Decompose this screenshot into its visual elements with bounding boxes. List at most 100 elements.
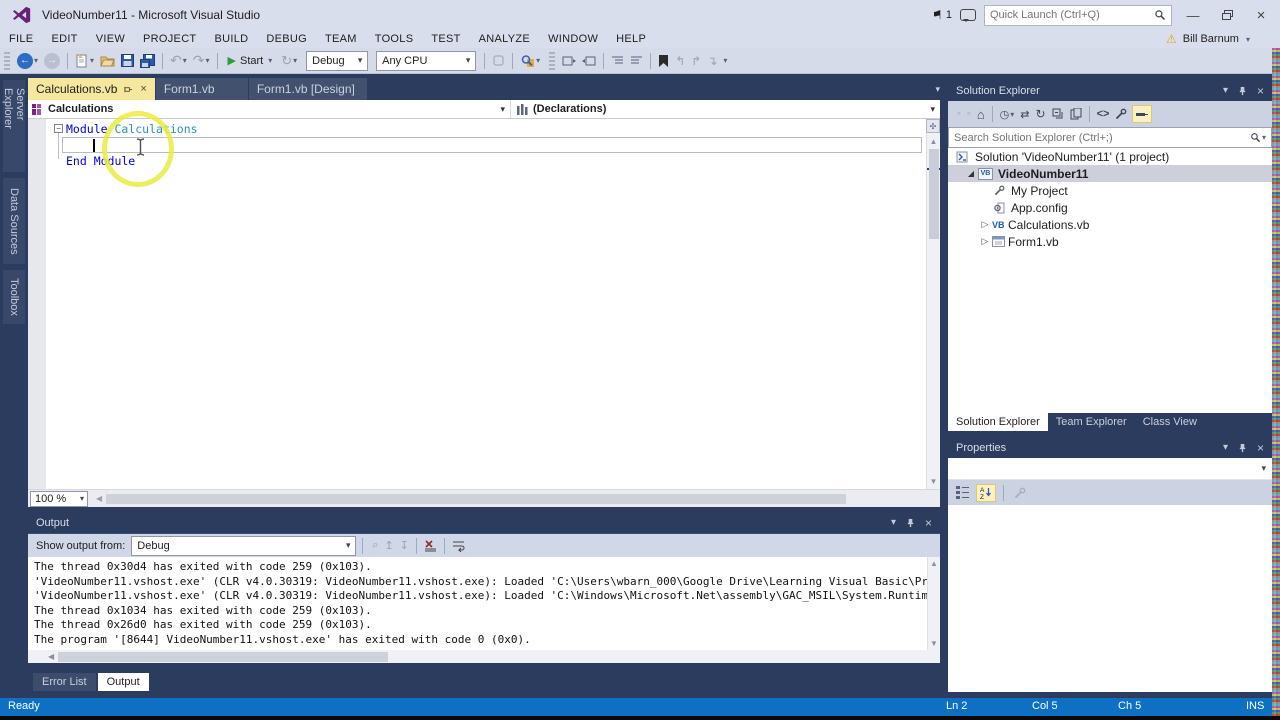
collapse-region-icon[interactable]: − (54, 124, 63, 133)
tab-form1-vb-design[interactable]: Form1.vb [Design] (248, 78, 367, 100)
solution-explorer-title-bar[interactable]: Solution Explorer ▾ × (948, 80, 1272, 101)
sync-with-active-document-icon[interactable]: ⇄ (1017, 103, 1032, 125)
undo-button[interactable]: ↶ ▾ (167, 50, 190, 72)
user-account-button[interactable]: Bill Barnum (1183, 33, 1239, 45)
scroll-up-icon[interactable]: ▲ (927, 137, 940, 146)
close-icon[interactable]: × (925, 516, 932, 530)
user-dropdown-icon[interactable]: ▾ (1246, 35, 1250, 44)
close-icon[interactable]: × (140, 83, 146, 95)
close-icon[interactable]: × (1257, 441, 1264, 455)
tab-server-explorer[interactable]: Server Explorer (2, 80, 26, 172)
member-dropdown[interactable]: (Declarations) ▾ (511, 100, 940, 118)
open-file-button[interactable] (97, 50, 118, 72)
window-position-icon[interactable]: ▾ (1223, 442, 1228, 453)
comment-lines-icon[interactable] (608, 50, 627, 72)
attach-process-icon[interactable] (489, 50, 508, 72)
editor-hscroll-thumb[interactable] (106, 493, 847, 504)
tab-class-view[interactable]: Class View (1135, 412, 1205, 431)
output-horizontal-scrollbar[interactable]: ◀ (28, 650, 940, 663)
indent-icon[interactable] (559, 50, 579, 72)
word-wrap-icon[interactable] (449, 535, 469, 557)
bookmark-icon[interactable] (655, 50, 672, 72)
tree-row-app-config[interactable]: App.config (948, 199, 1272, 216)
tab-solution-explorer[interactable]: Solution Explorer (948, 412, 1048, 431)
tab-data-sources[interactable]: Data Sources (3, 178, 25, 264)
scroll-up-icon[interactable]: ▲ (928, 559, 940, 568)
pin-icon[interactable] (906, 518, 915, 528)
tree-row-calculations-vb[interactable]: ▷ VB Calculations.vb (948, 216, 1272, 233)
menu-build[interactable]: BUILD (205, 30, 257, 48)
properties-object-combo[interactable]: ▾ (948, 458, 1272, 480)
clear-bookmarks-icon[interactable]: ↴ (704, 50, 720, 72)
splitter-handle[interactable]: ✣ (926, 119, 940, 133)
breakpoint-margin[interactable] (28, 119, 46, 489)
pin-icon[interactable] (1238, 443, 1247, 453)
minimize-button[interactable]: — (1180, 4, 1206, 26)
menu-help[interactable]: HELP (607, 30, 655, 48)
output-vertical-scrollbar[interactable]: ▲ ▼ (927, 557, 940, 650)
show-all-files-icon[interactable] (1067, 103, 1085, 125)
redo-button[interactable]: ↷ ▾ (190, 50, 213, 72)
tree-row-my-project[interactable]: My Project (948, 182, 1272, 199)
restart-button[interactable]: ↻ ▾ (278, 50, 300, 72)
editor-vertical-scrollbar[interactable]: ▲ ▼ (926, 119, 941, 489)
previous-message-icon[interactable]: ↥ (381, 535, 396, 557)
pending-changes-filter-icon[interactable]: ◷ ▾ (997, 103, 1018, 125)
code-editor[interactable]: − Module Calculations End Module ▲ ▼ ✣ (28, 119, 941, 489)
quick-launch-box[interactable] (984, 4, 1172, 26)
pin-icon[interactable] (1238, 86, 1247, 96)
menu-edit[interactable]: EDIT (42, 30, 86, 48)
close-icon[interactable]: × (1257, 84, 1264, 98)
clear-all-icon[interactable] (421, 535, 440, 557)
properties-title-bar[interactable]: Properties ▾ × (948, 437, 1272, 458)
next-message-icon[interactable]: ↧ (397, 535, 412, 557)
zoom-level-combo[interactable]: 100 % ▾ (30, 490, 88, 507)
categorized-icon[interactable] (953, 482, 973, 504)
tab-calculations-vb[interactable]: Calculations.vb × (28, 78, 155, 100)
start-debug-button[interactable]: ▶ Start ▾ (222, 50, 279, 72)
scope-dropdown[interactable]: Calculations ▾ (28, 100, 511, 118)
save-button[interactable] (118, 50, 137, 72)
tab-output[interactable]: Output (97, 673, 149, 691)
collapsed-icon[interactable]: ▷ (978, 219, 992, 230)
output-hscroll-thumb[interactable] (58, 651, 389, 662)
forward-icon[interactable]: ◦ (964, 103, 974, 125)
toolbar-grip[interactable] (549, 51, 556, 70)
notifications-button[interactable]: ⚑ 1 (932, 8, 952, 22)
menu-window[interactable]: WINDOW (539, 30, 607, 48)
tab-error-list[interactable]: Error List (33, 673, 96, 691)
find-in-files-icon[interactable]: ▾ (517, 50, 543, 72)
output-source-combo[interactable]: Debug ▾ (131, 535, 357, 556)
preview-selected-items-icon[interactable] (1132, 105, 1153, 123)
hscroll-left-icon[interactable]: ◀ (96, 494, 102, 503)
menu-tools[interactable]: TOOLS (366, 30, 423, 48)
collapsed-icon[interactable]: ▷ (978, 236, 992, 247)
refresh-icon[interactable]: ↻ (1033, 103, 1049, 125)
solution-search-input[interactable] (954, 131, 1250, 144)
home-icon[interactable]: ⌂ (974, 103, 988, 125)
menu-debug[interactable]: DEBUG (257, 30, 316, 48)
tab-team-explorer[interactable]: Team Explorer (1048, 412, 1135, 431)
save-all-button[interactable] (137, 50, 158, 72)
find-message-icon[interactable]: ⌕ (369, 535, 381, 557)
search-icon[interactable] (1250, 132, 1261, 143)
previous-bookmark-icon[interactable]: ↰ (672, 50, 688, 72)
solution-platform-combo[interactable]: Any CPU ▾ (376, 50, 477, 71)
next-bookmark-icon[interactable]: ↱ (688, 50, 704, 72)
navigate-forward-button[interactable]: → (41, 50, 63, 72)
tree-row-project[interactable]: ◢ VB VideoNumber11 (948, 165, 1272, 182)
toolbar-grip[interactable] (4, 51, 10, 70)
property-pages-icon[interactable] (1011, 482, 1029, 504)
new-project-button[interactable]: ▾ (72, 50, 97, 72)
collapse-all-icon[interactable] (1049, 103, 1067, 125)
window-position-icon[interactable]: ▾ (891, 517, 896, 528)
close-icon[interactable]: × (1248, 4, 1274, 26)
solution-explorer-search-box[interactable]: ▾ (948, 127, 1272, 148)
view-code-icon[interactable]: <> (1094, 103, 1113, 125)
properties-icon[interactable] (1112, 103, 1130, 125)
hscroll-left-icon[interactable]: ◀ (48, 652, 54, 661)
search-options-icon[interactable]: ▾ (1262, 133, 1266, 142)
navigate-backward-button[interactable]: ← ▾ (14, 50, 41, 72)
outdent-icon[interactable] (579, 50, 599, 72)
menu-project[interactable]: PROJECT (134, 30, 205, 48)
